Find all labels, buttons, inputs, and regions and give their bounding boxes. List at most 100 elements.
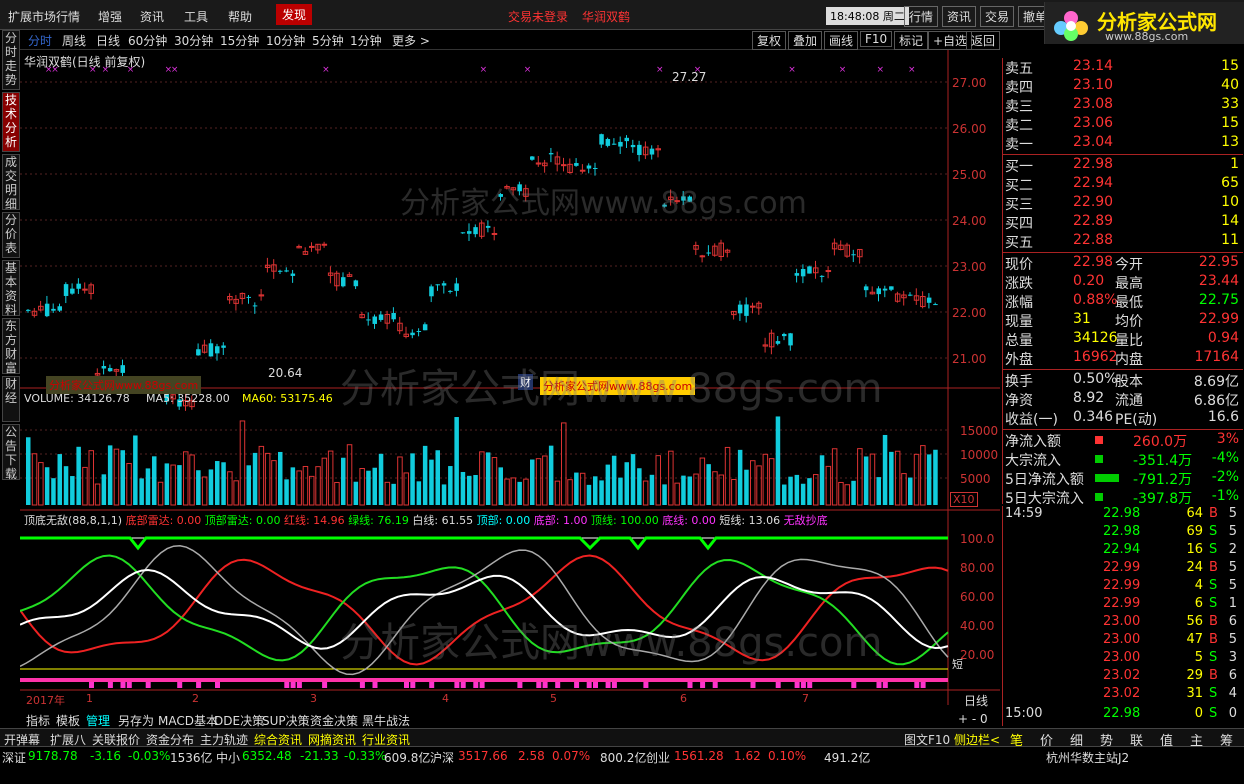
volume-bar — [221, 462, 226, 505]
bid-label: 买五 — [1005, 235, 1033, 251]
overlay-button[interactable]: 叠加 — [788, 31, 823, 50]
divider — [1003, 154, 1243, 155]
trade-volume: 69 — [1186, 524, 1203, 539]
volume-bar — [908, 477, 913, 505]
volume-bar — [744, 469, 749, 505]
trade-count: 0 — [1228, 706, 1237, 721]
volume-bar — [44, 467, 50, 505]
stat-value: 6.86亿 — [1193, 393, 1239, 409]
volume-bar — [429, 459, 434, 505]
trade-price: 22.98 — [1103, 506, 1141, 521]
flow-row: 净流入额 260.0万 3% — [1003, 431, 1243, 450]
tab-trade[interactable]: 交易 — [980, 6, 1015, 27]
draw-button[interactable]: 画线 — [824, 31, 859, 50]
stat-label: 现价 — [1005, 257, 1033, 273]
volume-bar — [391, 483, 396, 505]
tab-technical[interactable]: 技术分析 — [2, 92, 20, 152]
trade-price: 22.99 — [1103, 560, 1141, 575]
indicator-short-line: 短线: 13.06 — [719, 514, 781, 527]
zoom-controls[interactable]: + - 0 — [958, 712, 988, 726]
tab-indicator[interactable]: 指标 — [26, 712, 50, 729]
volume-bar — [454, 417, 459, 505]
menu-news[interactable]: 资讯 — [140, 8, 164, 25]
bid-volume: 14 — [1221, 213, 1239, 229]
tab-finance[interactable]: 财经 — [2, 376, 20, 422]
divider — [1003, 252, 1243, 253]
tab-intraday[interactable]: 分时走势 — [2, 30, 20, 90]
tab-manage[interactable]: 管理 — [86, 712, 110, 729]
period-1min[interactable]: 1分钟 — [350, 32, 382, 49]
tab-info[interactable]: 资讯 — [942, 6, 977, 27]
tab-price-table[interactable]: 分价表 — [2, 212, 20, 258]
trade-count: 5 — [1228, 506, 1237, 521]
candle-body — [851, 254, 856, 256]
mark-button[interactable]: 标记 — [894, 31, 929, 50]
tab-eastmoney[interactable]: 东方财富 — [2, 318, 20, 375]
bottom-signal — [284, 682, 290, 688]
period-intraday[interactable]: 分时 — [28, 32, 52, 49]
menu-enhance[interactable]: 增强 — [98, 8, 122, 25]
period-5min[interactable]: 5分钟 — [312, 32, 344, 49]
indicator-bottom-line: 底线: 0.00 — [662, 514, 716, 527]
period-day[interactable]: 日线 — [96, 32, 120, 49]
volume-bar — [177, 465, 182, 505]
trade-volume: 16 — [1186, 542, 1203, 557]
tab-sup[interactable]: SUP决策 — [262, 712, 310, 729]
volume-bar — [605, 464, 611, 505]
period-60min[interactable]: 60分钟 — [128, 32, 167, 49]
stat-label: 换手 — [1005, 374, 1033, 390]
volume-bar — [196, 470, 201, 505]
indicator-bottom: 底部: 1.00 — [533, 514, 588, 527]
tab-save-as[interactable]: 另存为 — [118, 712, 154, 729]
stat-value: 0.94 — [1207, 330, 1239, 346]
period-15min[interactable]: 15分钟 — [220, 32, 259, 49]
period-10min[interactable]: 10分钟 — [266, 32, 305, 49]
menu-discover[interactable]: 发现 — [276, 4, 313, 25]
f10-button[interactable]: F10 — [860, 31, 893, 47]
stat-row: 收益(一) 0.346 PE(动) 16.6 — [1003, 409, 1243, 428]
trade-side: B — [1209, 614, 1218, 629]
adjust-button[interactable]: 复权 — [752, 31, 787, 50]
volume-bar — [637, 468, 642, 505]
signal-marker: × — [171, 65, 179, 75]
bid-row: 买一 22.98 1 — [1003, 156, 1243, 175]
trade-row: 14:59 22.98 64 B 5 — [1003, 506, 1243, 524]
period-week[interactable]: 周线 — [62, 32, 86, 49]
period-more[interactable]: 更多 > — [392, 32, 430, 49]
volume-bar — [416, 481, 422, 505]
candle-body — [586, 165, 592, 169]
back-button[interactable]: 返回 — [966, 31, 1000, 50]
chart-area[interactable]: × × × × × × × × × × × × × × × × 华润双鹤(日线 前复权) 27.27 20.6… — [19, 50, 1000, 708]
bottom-signal — [611, 682, 617, 688]
tab-macd[interactable]: MACD基本 — [158, 712, 218, 729]
stat-value: 0.346 — [1073, 409, 1114, 425]
tab-deal-detail[interactable]: 成交明细 — [2, 154, 20, 211]
tab-announcement[interactable]: 公告下载 — [2, 424, 20, 481]
stat-value: 0.20 — [1073, 273, 1105, 289]
tab-template[interactable]: 模板 — [56, 712, 80, 729]
trade-row: 23.00 5 S 3 — [1003, 650, 1243, 668]
tab-quotes[interactable]: 行情 — [904, 6, 939, 27]
signal-marker: × — [524, 65, 532, 75]
volume-bar — [618, 477, 623, 505]
stat-label: 现量 — [1005, 314, 1033, 330]
menu-extended-market[interactable]: 扩展市场行情 — [8, 8, 80, 25]
trade-price: 22.94 — [1103, 542, 1141, 557]
menu-help[interactable]: 帮助 — [228, 8, 252, 25]
menu-tools[interactable]: 工具 — [184, 8, 208, 25]
flow-label: 大宗流入 — [1005, 453, 1061, 469]
bottom-signal — [775, 682, 781, 688]
volume-value: VOLUME: 34126.78 — [24, 392, 130, 405]
bottom-signal — [643, 682, 649, 688]
tab-black-bull[interactable]: 黑牛战法 — [362, 712, 410, 729]
period-30min[interactable]: 30分钟 — [174, 32, 213, 49]
tab-dde[interactable]: DDE决策 — [214, 712, 264, 729]
ask-price: 23.04 — [1073, 134, 1114, 150]
volume-bar — [819, 455, 825, 505]
tab-fund[interactable]: 资金决策 — [310, 712, 358, 729]
candle-body — [744, 304, 749, 316]
candle-body — [429, 286, 434, 297]
stat-row: 涨幅 0.88% 最低 22.75 — [1003, 292, 1243, 311]
ask-label: 卖五 — [1005, 61, 1033, 77]
tab-basic-info[interactable]: 基本资料 — [2, 260, 20, 317]
